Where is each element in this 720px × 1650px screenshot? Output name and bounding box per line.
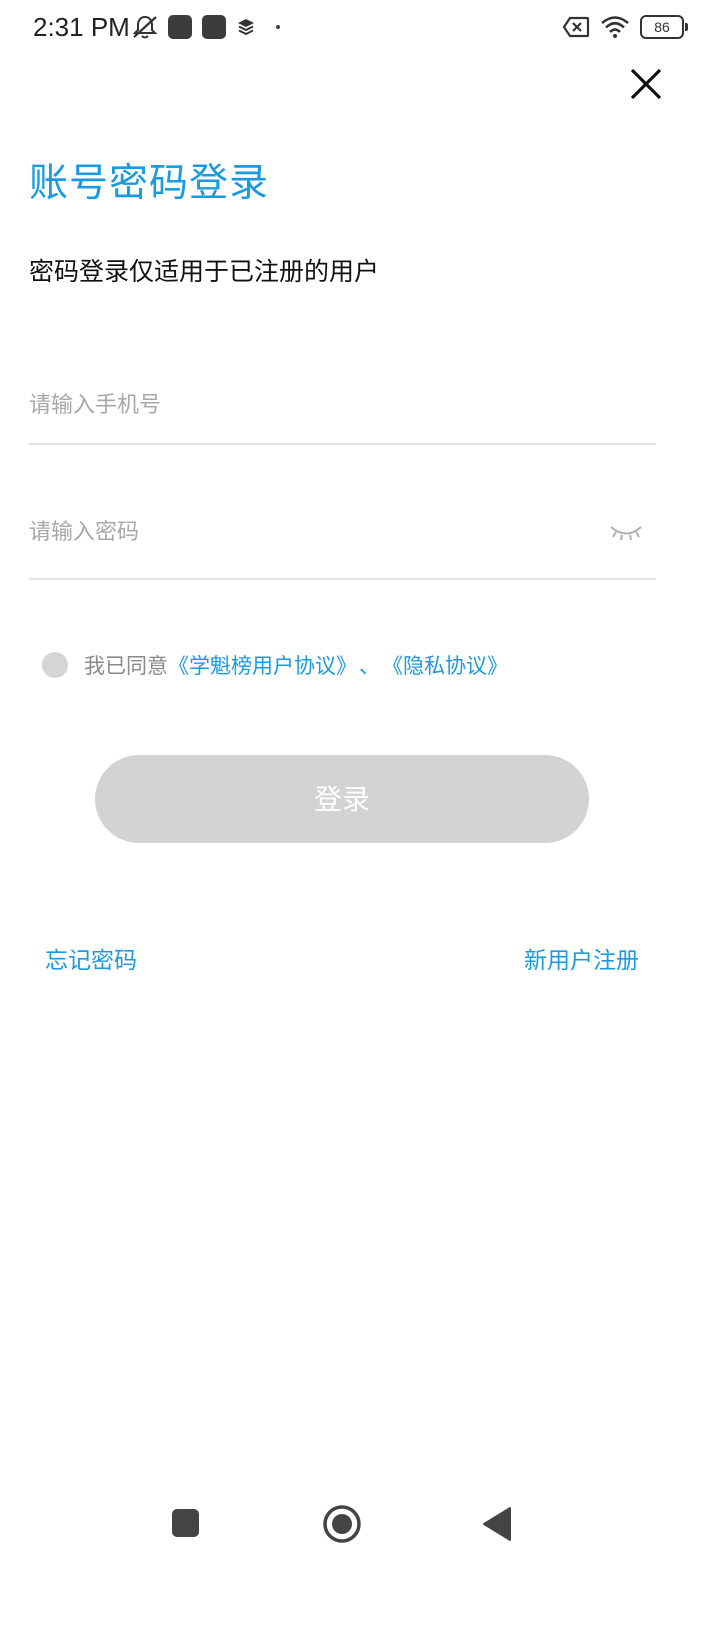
agreement-prefix: 我已同意 xyxy=(84,654,168,678)
page-title: 账号密码登录 xyxy=(29,161,270,206)
privacy-policy-link[interactable]: 《隐私协议》 xyxy=(382,650,508,680)
phone-input[interactable] xyxy=(29,385,589,425)
status-system-icons: 86 xyxy=(562,12,688,42)
status-bar: 2:31 PM 86 xyxy=(0,0,720,54)
agreement-separator: 、 xyxy=(359,654,380,678)
agreement-checkbox[interactable] xyxy=(42,652,68,678)
mute-icon xyxy=(132,15,158,39)
password-field xyxy=(29,512,656,580)
login-button[interactable]: 登录 xyxy=(95,755,589,843)
agreement-row: 我已同意 《学魁榜用户协议》 、 《隐私协议》 xyxy=(42,647,508,683)
app-notification-icon xyxy=(202,15,226,39)
home-button[interactable] xyxy=(322,1504,362,1544)
close-icon xyxy=(630,68,662,100)
battery-icon: 86 xyxy=(640,15,688,39)
recent-apps-button[interactable] xyxy=(172,1509,199,1537)
status-time: 2:31 PM xyxy=(33,12,130,42)
forgot-password-link[interactable]: 忘记密码 xyxy=(45,944,137,978)
register-link[interactable]: 新用户注册 xyxy=(524,944,639,978)
user-agreement-link[interactable]: 《学魁榜用户协议》 xyxy=(168,650,357,680)
layers-icon xyxy=(238,19,254,36)
eye-closed-icon[interactable] xyxy=(608,516,644,544)
close-button[interactable] xyxy=(624,62,668,106)
wifi-icon xyxy=(601,16,629,38)
dot-icon xyxy=(276,25,280,29)
no-sim-icon xyxy=(562,16,590,38)
password-input[interactable] xyxy=(29,512,589,552)
back-button[interactable] xyxy=(482,1506,512,1542)
status-notification-icons xyxy=(132,12,280,42)
phone-field xyxy=(29,385,656,445)
system-nav-bar xyxy=(0,1488,720,1560)
page-subtitle: 密码登录仅适用于已注册的用户 xyxy=(29,257,380,286)
app-notification-icon xyxy=(168,15,192,39)
